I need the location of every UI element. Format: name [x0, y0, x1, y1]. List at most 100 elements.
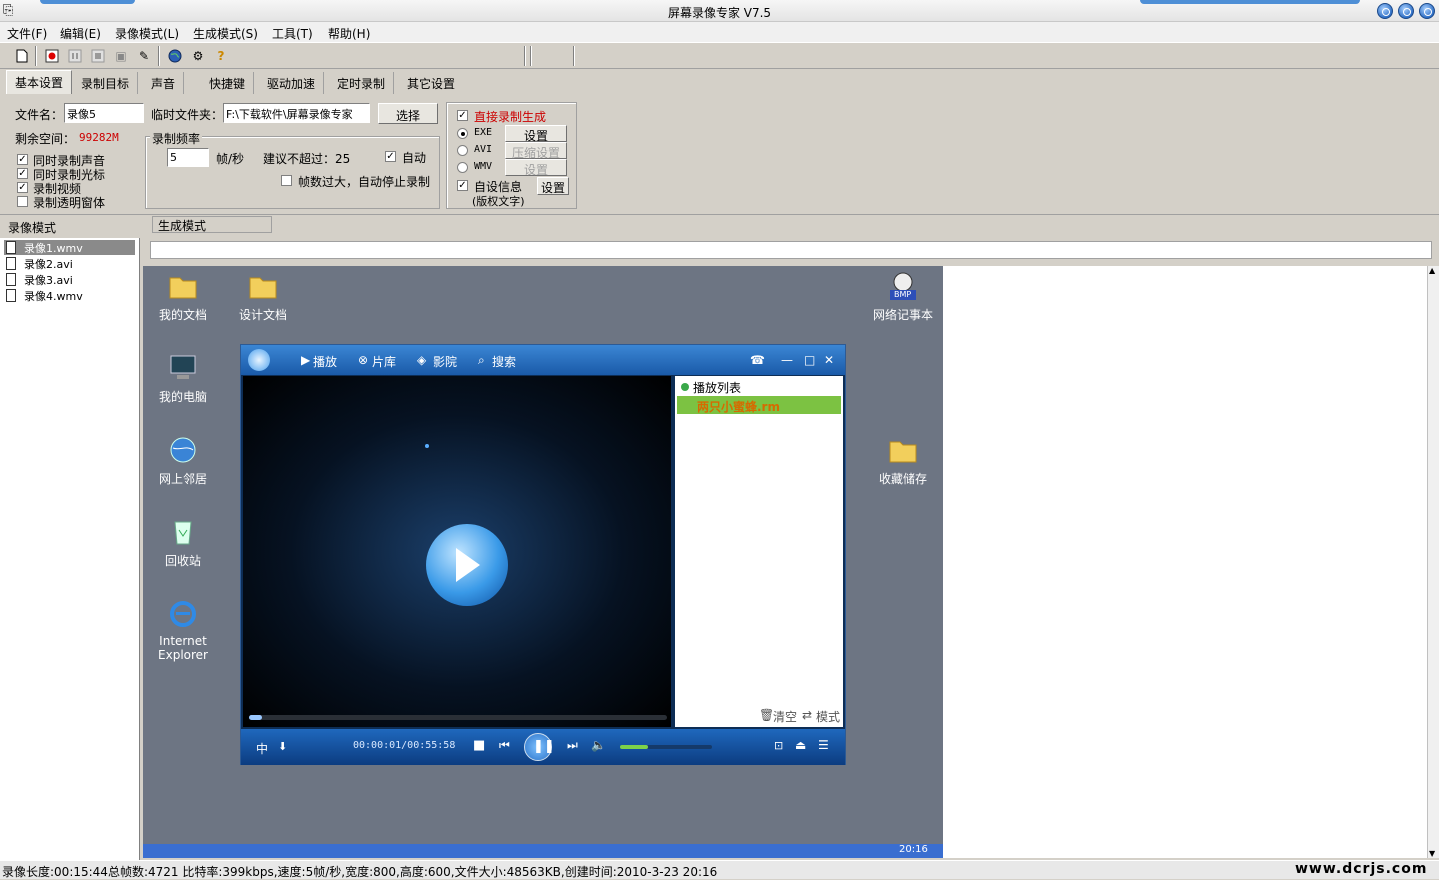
tab-sound[interactable]: 声音: [143, 72, 185, 94]
tab-timed-record[interactable]: 定时录制: [329, 72, 395, 94]
maximize-button[interactable]: [1398, 3, 1414, 19]
fps-input[interactable]: 5: [167, 148, 209, 167]
auto-checkbox[interactable]: ✓: [385, 151, 396, 162]
avi-radio[interactable]: [457, 145, 468, 156]
star-decoration: [425, 444, 429, 448]
player-tab-library[interactable]: 片库: [372, 353, 396, 370]
custom-info-settings-button[interactable]: 设置: [537, 177, 569, 195]
volume-icon[interactable]: 🔈: [591, 738, 606, 752]
minimize-button[interactable]: [1377, 3, 1393, 19]
bmp-badge: BMP: [894, 290, 912, 299]
menu-help[interactable]: 帮助(H): [328, 25, 370, 42]
auto-stop-checkbox[interactable]: [281, 175, 292, 186]
tab-hotkeys[interactable]: 快捷键: [201, 72, 255, 94]
playlist-panel: 播放列表 两只小蜜蜂.rm 🗑 清空 ⇄ 模式: [675, 376, 843, 727]
player-close-icon[interactable]: ✕: [824, 353, 834, 367]
language-button[interactable]: 中: [256, 740, 268, 757]
file-item[interactable]: 录像3.avi: [4, 272, 73, 287]
player-minimize-icon[interactable]: —: [781, 353, 793, 367]
snapshot-icon[interactable]: ⊡: [774, 739, 783, 752]
vertical-scrollbar[interactable]: ▲ ▼: [1427, 266, 1439, 858]
menu-file[interactable]: 文件(F): [7, 25, 47, 42]
tab-record-target[interactable]: 录制目标: [73, 72, 139, 94]
desktop-icon-web-notebook[interactable]: BMP 网络记事本: [863, 270, 943, 323]
wmv-settings-button[interactable]: 设置: [505, 159, 567, 177]
menu-generate-mode[interactable]: 生成模式(S): [193, 25, 258, 42]
seek-track[interactable]: [249, 715, 667, 720]
player-tab-cinema[interactable]: 影院: [433, 353, 457, 370]
record-transparent-checkbox[interactable]: [17, 196, 28, 207]
eject-icon[interactable]: ⏏: [795, 738, 806, 752]
desktop-icon-my-computer[interactable]: 我的电脑: [143, 352, 223, 405]
next-icon[interactable]: ⏭: [567, 738, 578, 753]
close-button[interactable]: [1419, 3, 1435, 19]
new-file-icon[interactable]: [12, 46, 32, 66]
file-icon: [6, 289, 16, 302]
player-tab-search[interactable]: 搜索: [492, 353, 516, 370]
desktop-icon-label: 回收站: [164, 554, 201, 568]
record-cursor-checkbox[interactable]: ✓: [17, 168, 28, 179]
trash-icon: 🗑: [759, 708, 775, 722]
player-tab-play[interactable]: 播放: [313, 353, 337, 370]
previous-icon[interactable]: ⏮: [499, 738, 510, 753]
stop-icon[interactable]: ■: [473, 738, 485, 753]
menu-tools[interactable]: 工具(T): [272, 25, 313, 42]
video-area[interactable]: [243, 376, 671, 727]
mode-button[interactable]: 模式: [816, 708, 840, 725]
direct-gen-label: 直接录制生成: [474, 110, 547, 124]
free-space-value: 99282M: [79, 131, 119, 144]
camera-icon[interactable]: ▣: [111, 46, 131, 66]
menu-record-mode[interactable]: 录像模式(L): [115, 25, 179, 42]
pause-button[interactable]: ❚❚: [524, 733, 555, 761]
title-bar: ⎘ 屏幕录像专家 V7.5: [0, 0, 1439, 22]
desktop-icon-network[interactable]: 网上邻居: [143, 434, 223, 487]
exe-settings-button[interactable]: 设置: [505, 125, 567, 143]
direct-gen-checkbox[interactable]: ✓: [457, 110, 468, 121]
exe-radio[interactable]: [457, 128, 468, 139]
avi-compress-button[interactable]: 压缩设置: [505, 142, 567, 160]
player-maximize-icon[interactable]: □: [804, 353, 815, 367]
select-folder-button[interactable]: 选择: [378, 103, 438, 124]
search-icon: ⌕: [478, 353, 485, 367]
wmv-radio[interactable]: [457, 162, 468, 173]
section-header-row: 录像模式 生成模式: [0, 214, 1439, 238]
toolbar-separator: [573, 46, 575, 66]
scroll-up-icon[interactable]: ▲: [1429, 266, 1435, 275]
clear-button[interactable]: 清空: [773, 708, 797, 725]
desktop-icon-recycle-bin[interactable]: 回收站: [143, 516, 223, 569]
tempfolder-input[interactable]: F:\下载软件\屏幕录像专家: [223, 103, 370, 123]
pause-icon[interactable]: [65, 46, 85, 66]
desktop-icon-label: 网络记事本: [872, 308, 933, 322]
menu-edit[interactable]: 编辑(E): [60, 25, 101, 42]
download-arrow-icon[interactable]: ⬇: [278, 740, 287, 753]
tab-basic-settings[interactable]: 基本设置: [6, 70, 73, 94]
settings-icon[interactable]: ⚙: [188, 46, 208, 66]
desktop-icon-internet-explorer[interactable]: Internet Explorer: [143, 598, 223, 662]
playlist-toggle-icon[interactable]: ☰: [818, 738, 829, 752]
playlist-dot-icon: [681, 383, 689, 391]
exe-label: EXE: [474, 127, 493, 138]
tool-icon[interactable]: ✎: [134, 46, 154, 66]
playlist-item[interactable]: 两只小蜜蜂.rm: [677, 396, 841, 414]
desktop-icon-favorites[interactable]: 收藏储存: [863, 434, 943, 487]
recycle-bin-icon: [167, 516, 199, 548]
globe-icon[interactable]: [165, 46, 185, 66]
help-icon[interactable]: ?: [211, 46, 231, 66]
file-item[interactable]: 录像2.avi: [4, 256, 73, 271]
record-icon[interactable]: [42, 46, 62, 66]
tab-other-settings[interactable]: 其它设置: [399, 72, 463, 94]
custom-info-checkbox[interactable]: ✓: [457, 180, 468, 191]
tab-driver-accel[interactable]: 驱动加速: [259, 72, 325, 94]
record-sound-checkbox[interactable]: ✓: [17, 154, 28, 165]
desktop-icon-my-documents[interactable]: 我的文档: [143, 270, 223, 323]
recorded-taskbar: 20:16: [143, 844, 943, 858]
filename-input[interactable]: 录像5: [64, 103, 144, 123]
file-item[interactable]: 录像4.wmv: [4, 288, 83, 303]
volume-slider[interactable]: [620, 745, 712, 749]
desktop-icon-design-docs[interactable]: 设计文档: [223, 270, 303, 323]
scroll-down-icon[interactable]: ▼: [1429, 849, 1435, 858]
record-video-checkbox[interactable]: ✓: [17, 182, 28, 193]
file-item[interactable]: 录像1.wmv: [4, 240, 135, 255]
stop-icon[interactable]: [88, 46, 108, 66]
skin-icon[interactable]: ☎: [750, 353, 765, 367]
